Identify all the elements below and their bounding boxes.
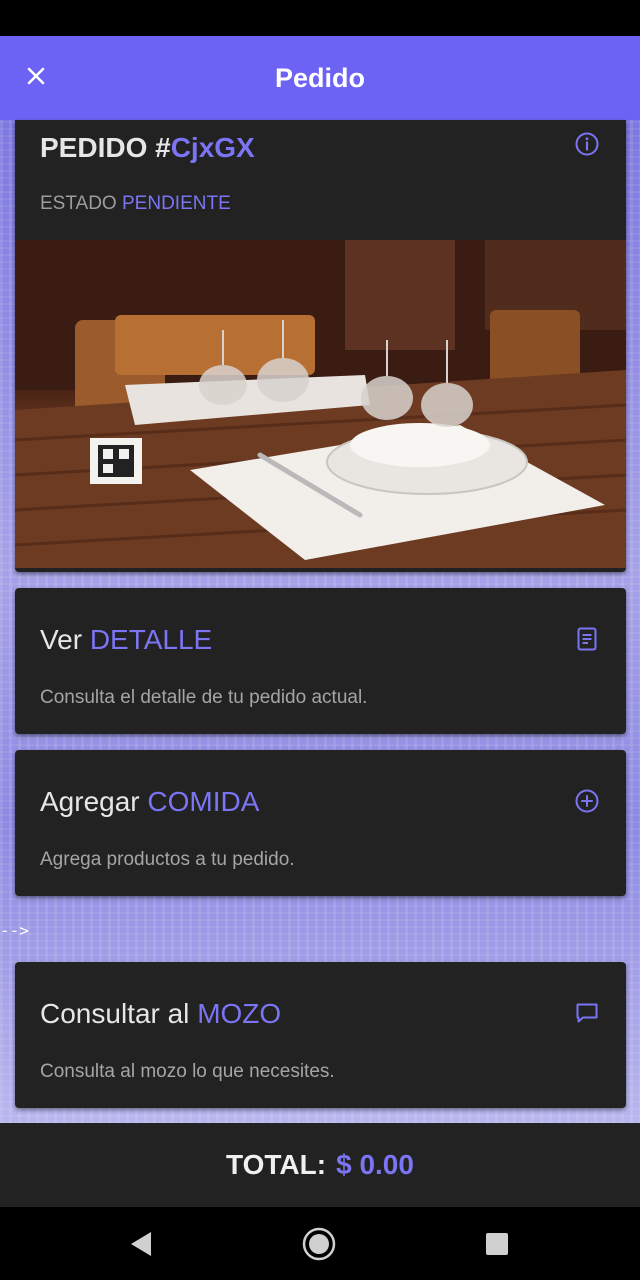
- view-detail-card[interactable]: Ver DETALLE Consulta el detalle de tu pe…: [15, 588, 626, 734]
- back-icon[interactable]: [123, 1226, 159, 1262]
- close-icon[interactable]: [22, 62, 50, 90]
- system-nav-bar: [0, 1207, 640, 1280]
- order-title: PEDIDO #CjxGX: [40, 132, 255, 164]
- stray-arrow-text: -->: [0, 921, 29, 940]
- status-label: ESTADO: [40, 193, 117, 214]
- ask-waiter-desc: Consulta al mozo lo que necesites.: [40, 1061, 335, 1082]
- ask-waiter-title: Consultar al MOZO: [40, 998, 281, 1030]
- document-icon[interactable]: [574, 626, 600, 652]
- add-food-title-text: Agregar: [40, 786, 140, 817]
- status-value: PENDIENTE: [122, 193, 231, 214]
- chat-icon[interactable]: [574, 1000, 600, 1026]
- add-food-card[interactable]: Agregar COMIDA Agrega productos a tu ped…: [15, 750, 626, 896]
- home-icon[interactable]: [301, 1226, 337, 1262]
- total-bar: TOTAL: $ 0.00: [0, 1123, 640, 1207]
- total-label: TOTAL:: [226, 1149, 327, 1180]
- add-food-title-accent: COMIDA: [147, 786, 260, 817]
- restaurant-table-illustration: [15, 240, 626, 568]
- restaurant-table-photo: [15, 240, 626, 568]
- order-title-prefix: PEDIDO #: [40, 132, 171, 163]
- total-value: $ 0.00: [336, 1149, 414, 1180]
- order-code: CjxGX: [170, 132, 255, 163]
- view-detail-title-text: Ver: [40, 624, 83, 655]
- add-circle-icon[interactable]: [574, 788, 600, 814]
- status-bar: [0, 0, 640, 36]
- ask-waiter-title-text: Consultar al: [40, 998, 190, 1029]
- view-detail-desc: Consulta el detalle de tu pedido actual.: [40, 687, 368, 708]
- page-title: Pedido: [274, 62, 365, 93]
- add-food-desc: Agrega productos a tu pedido.: [40, 849, 295, 870]
- view-detail-title: Ver DETALLE: [40, 624, 212, 656]
- ask-waiter-title-accent: MOZO: [197, 998, 282, 1029]
- order-card: PEDIDO #CjxGX ESTADO PENDIENTE: [15, 120, 626, 572]
- app-bar: Pedido: [0, 36, 640, 120]
- order-status: ESTADO PENDIENTE: [40, 193, 231, 215]
- view-detail-title-accent: DETALLE: [89, 624, 213, 655]
- ask-waiter-card[interactable]: Consultar al MOZO Consulta al mozo lo qu…: [15, 962, 626, 1108]
- info-icon[interactable]: [574, 131, 600, 157]
- add-food-title: Agregar COMIDA: [40, 786, 259, 818]
- recents-icon[interactable]: [479, 1226, 515, 1262]
